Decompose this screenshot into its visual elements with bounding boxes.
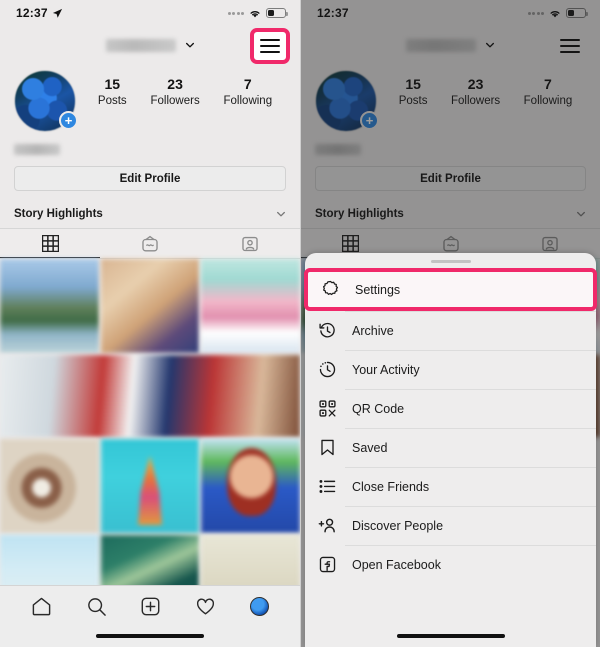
qr-code-icon xyxy=(318,399,346,418)
profile-avatar[interactable]: + xyxy=(14,70,78,132)
status-bar: 12:37 xyxy=(0,0,300,26)
post-landscape[interactable] xyxy=(0,259,99,353)
post-building[interactable] xyxy=(100,439,200,533)
status-indicators xyxy=(227,8,288,19)
signal-dots-icon xyxy=(227,11,244,15)
bottom-tab-bar xyxy=(0,585,300,647)
menu-item-qr-code[interactable]: QR Code xyxy=(305,389,596,428)
screenshot-stage: 12:37 + 15 Posts 23 Followers 7 Followin… xyxy=(0,0,600,647)
add-story-badge[interactable]: + xyxy=(59,111,78,130)
search-icon[interactable] xyxy=(86,596,107,617)
stat-label: Following xyxy=(223,94,273,107)
avatar-icon[interactable] xyxy=(250,596,270,616)
home-indicator xyxy=(96,634,204,638)
account-options-sheet: Settings Archive Your Activity QR Code S… xyxy=(304,253,597,647)
stat-value: 7 xyxy=(243,76,252,92)
menu-item-archive[interactable]: Archive xyxy=(305,311,596,350)
post-pink-dress[interactable] xyxy=(201,259,300,353)
account-username-masked[interactable] xyxy=(105,38,176,52)
menu-item-open-facebook[interactable]: Open Facebook xyxy=(305,545,596,584)
menu-item-label: Archive xyxy=(352,323,394,338)
discover-people-icon xyxy=(318,516,346,535)
stat-followers[interactable]: 23 Followers xyxy=(150,76,199,108)
home-indicator xyxy=(396,634,505,638)
home-icon[interactable] xyxy=(31,596,52,617)
stat-following[interactable]: 7 Following xyxy=(224,76,273,108)
wifi-icon xyxy=(248,8,262,19)
chevron-down-icon[interactable] xyxy=(185,40,195,50)
menu-item-your-activity[interactable]: Your Activity xyxy=(305,350,596,389)
tagged-photos-icon xyxy=(241,235,259,253)
tagged-tab[interactable] xyxy=(200,229,300,258)
content-tabs xyxy=(0,229,300,259)
phone-screen-before: 12:37 + 15 Posts 23 Followers 7 Followin… xyxy=(0,0,300,647)
close-friends-list-icon xyxy=(318,477,346,496)
igtv-tab[interactable] xyxy=(100,229,200,258)
drag-handle[interactable] xyxy=(430,260,471,263)
menu-item-label: Your Activity xyxy=(352,362,420,377)
bookmark-icon xyxy=(318,438,346,457)
menu-item-label: Discover People xyxy=(352,518,444,533)
profile-stats: 15 Posts 23 Followers 7 Following xyxy=(76,70,286,108)
chevron-down-icon[interactable] xyxy=(276,209,286,219)
stat-value: 23 xyxy=(167,76,183,92)
menu-item-label: Open Facebook xyxy=(352,557,441,572)
stat-value: 15 xyxy=(104,76,121,92)
menu-item-label: Settings xyxy=(355,282,401,297)
post-hat[interactable] xyxy=(100,259,200,353)
settings-gear-icon xyxy=(321,280,349,299)
menu-item-settings[interactable]: Settings xyxy=(304,268,597,311)
menu-item-saved[interactable]: Saved xyxy=(305,428,596,467)
battery-icon xyxy=(266,8,288,18)
menu-item-discover-people[interactable]: Discover People xyxy=(305,506,596,545)
story-highlights-label: Story Highlights xyxy=(14,208,103,220)
facebook-icon xyxy=(318,555,346,574)
post-flag[interactable] xyxy=(0,355,300,437)
post-portrait[interactable] xyxy=(201,439,300,533)
hamburger-menu-icon[interactable] xyxy=(250,28,290,64)
igtv-icon xyxy=(141,235,159,253)
stat-label: Followers xyxy=(150,94,200,107)
profile-summary: + 15 Posts 23 Followers 7 Following xyxy=(0,64,300,132)
activity-clock-icon xyxy=(318,360,346,379)
location-arrow-icon xyxy=(52,8,63,19)
menu-item-label: QR Code xyxy=(352,401,405,416)
stat-posts[interactable]: 15 Posts xyxy=(98,76,127,108)
edit-profile-button[interactable]: Edit Profile xyxy=(14,166,286,191)
plus-square-icon[interactable] xyxy=(140,596,161,617)
stat-label: Posts xyxy=(97,94,127,107)
grid-tab[interactable] xyxy=(0,229,100,258)
profile-display-name-masked xyxy=(14,144,60,155)
grid-icon xyxy=(41,234,59,252)
story-highlights-row[interactable]: Story Highlights xyxy=(0,202,300,229)
phone-screen-after: 12:37 + 15 Posts 23 Followers 7 Followin… xyxy=(300,0,600,647)
status-time-group: 12:37 xyxy=(16,6,63,20)
status-time: 12:37 xyxy=(16,6,48,20)
heart-icon[interactable] xyxy=(195,596,216,617)
menu-item-close-friends[interactable]: Close Friends xyxy=(305,467,596,506)
archive-clock-icon xyxy=(318,321,346,340)
post-cotton[interactable] xyxy=(0,439,99,533)
menu-item-label: Close Friends xyxy=(352,479,430,494)
menu-item-label: Saved xyxy=(352,440,388,455)
photo-grid xyxy=(0,259,300,609)
app-header xyxy=(0,26,300,64)
